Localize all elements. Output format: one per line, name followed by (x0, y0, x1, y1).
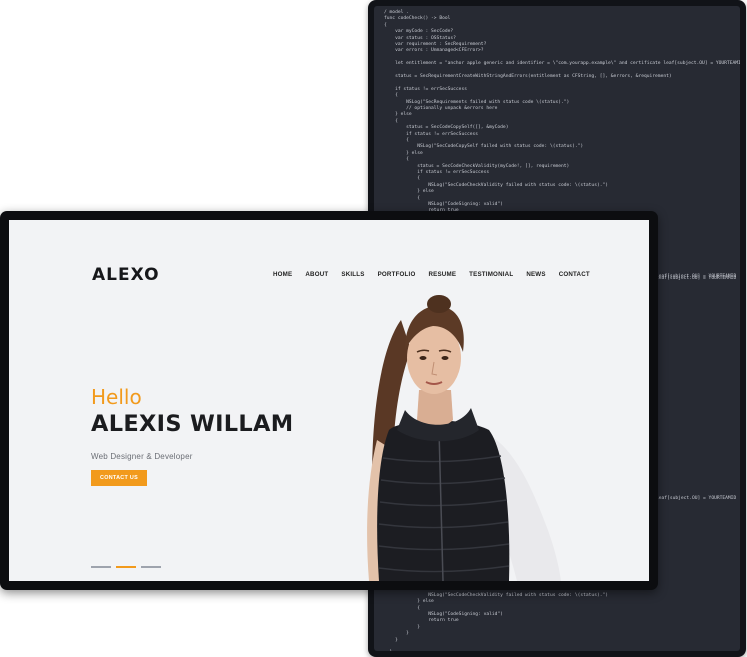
hero-portrait-image (367, 295, 561, 581)
code-line: status = SecCodeCopySelf([], &myCode) (384, 125, 509, 131)
code-line: { (384, 176, 420, 182)
code-line: } (384, 624, 420, 630)
code-line: { (384, 195, 420, 201)
code-line: let entitlement = "anchor apple generic … (384, 61, 740, 67)
code-line: NSLog("SecCodeCheckValidity failed with … (384, 182, 609, 188)
nav-home[interactable]: HOME (273, 271, 292, 278)
slider-dots (91, 566, 161, 568)
code-line: var errors : Unmanaged<CFError>? (384, 48, 484, 54)
code-line: { (384, 605, 420, 611)
code-line-fragment: leaf[subject.OU] = YOURTEAMID (656, 496, 737, 501)
code-line: status = SecRequirementCreateWithStringA… (384, 74, 672, 79)
site-logo[interactable]: ALEXO (92, 265, 160, 285)
code-line: if status != errSecSuccess (384, 131, 479, 137)
code-line: } (384, 631, 409, 637)
code-line: } else (384, 150, 423, 156)
code-line-fragment: leaf[subject.OU] = YOURTEAMID (656, 276, 737, 281)
nav-contact[interactable]: CONTACT (559, 271, 590, 278)
code-line: return true (384, 618, 459, 624)
code-line: } else (384, 599, 434, 605)
website-device: ALEXO HOME ABOUT SKILLS PORTFOLIO RESUME… (0, 211, 658, 590)
hero-name: ALEXIS WILLAM (91, 411, 294, 437)
code-line: } else (384, 189, 434, 195)
nav-about[interactable]: ABOUT (305, 271, 328, 278)
code-line: { (384, 93, 398, 99)
code-line: { (384, 157, 409, 163)
nav-news[interactable]: NEWS (526, 271, 545, 278)
code-line: } (384, 637, 398, 643)
code-line: var status : OSStatus? (384, 35, 456, 41)
nav-testimonial[interactable]: TESTIMONIAL (469, 271, 513, 278)
slider-dot[interactable] (141, 566, 161, 568)
code-line: { (384, 118, 398, 124)
website-screen: ALEXO HOME ABOUT SKILLS PORTFOLIO RESUME… (9, 220, 649, 581)
hero-greeting: Hello (91, 385, 142, 409)
code-line: } (384, 650, 393, 651)
slider-dot-active[interactable] (116, 566, 136, 568)
code-line: func codeCheck() -> Bool (384, 16, 451, 22)
code-line: status = SecCodeCheckValidity(myCode!, [… (384, 163, 570, 169)
code-line: } else (384, 112, 412, 118)
contact-us-button[interactable]: CONTACT US (91, 470, 147, 486)
code-line: { (384, 22, 387, 28)
hero-role: Web Designer & Developer (91, 452, 193, 461)
code-line: if status != errSecSuccess (384, 86, 467, 92)
code-line: NSLog("SecCodeCheckValidity failed with … (384, 592, 609, 598)
code-line: NSLog("SecCodeCopySelf failed with statu… (384, 144, 584, 150)
nav-portfolio[interactable]: PORTFOLIO (378, 271, 416, 278)
slider-dot[interactable] (91, 566, 111, 568)
code-line: var myCode : SecCode? (384, 29, 454, 35)
mockup-stage: / model . func codeCheck() -> Bool{ var m… (0, 0, 747, 657)
main-nav: HOME ABOUT SKILLS PORTFOLIO RESUME TESTI… (273, 271, 603, 278)
code-line: NSLog("SecRequirements failed with statu… (384, 99, 570, 105)
nav-skills[interactable]: SKILLS (341, 271, 364, 278)
nav-resume[interactable]: RESUME (428, 271, 456, 278)
